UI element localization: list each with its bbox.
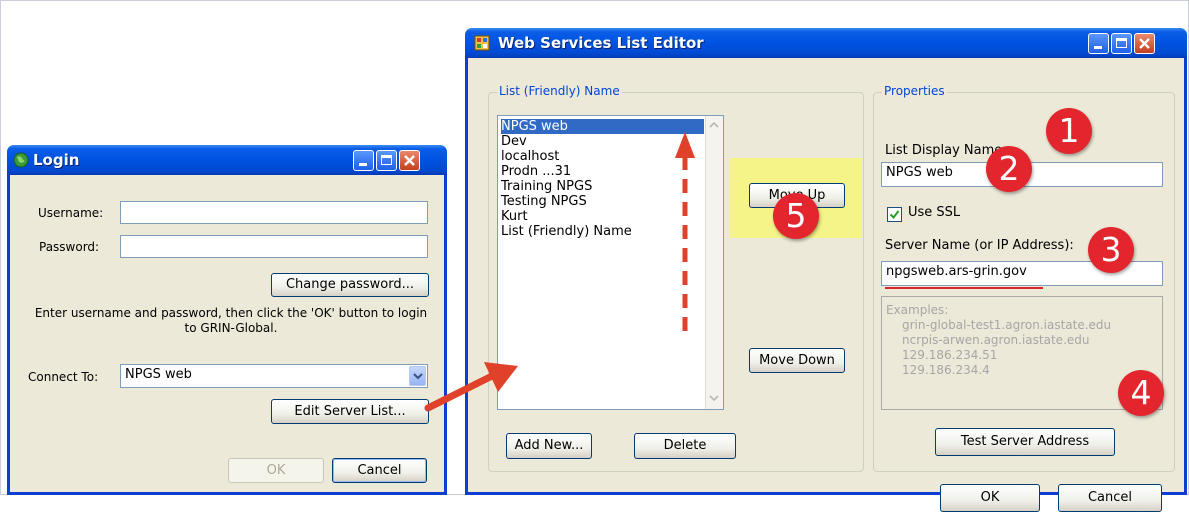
step-marker-3: 3: [1088, 227, 1134, 273]
examples-heading: Examples:: [886, 303, 949, 317]
login-titlebar: Login: [7, 145, 447, 175]
dashed-up-arrow: [675, 132, 695, 333]
app-window-icon: [474, 35, 490, 51]
example-item: 129.186.234.4: [902, 363, 990, 377]
login-instructions: Enter username and password, then click …: [34, 306, 428, 335]
server-name-underline: [885, 287, 1043, 289]
editor-title: Web Services List Editor: [498, 34, 704, 52]
login-title: Login: [33, 151, 80, 169]
editor-ok-button[interactable]: OK: [940, 484, 1040, 512]
login-ok-button[interactable]: OK: [228, 458, 324, 483]
step-marker-2: 2: [986, 146, 1032, 192]
listbox-scrollbar[interactable]: [705, 116, 723, 409]
close-icon: [404, 155, 415, 166]
password-label: Password:: [39, 240, 100, 254]
login-window: Login Username: Password: Change passwor…: [7, 145, 447, 495]
maximize-icon: [1116, 38, 1127, 48]
maximize-button[interactable]: [376, 150, 397, 171]
display-name-label: List Display Name:: [885, 143, 1007, 158]
list-item[interactable]: Testing NPGS: [501, 194, 587, 209]
list-item[interactable]: List (Friendly) Name: [501, 224, 632, 239]
connect-to-value: NPGS web: [125, 367, 192, 382]
username-label: Username:: [38, 206, 104, 220]
step-marker-1: 1: [1046, 108, 1092, 154]
list-group-title: List (Friendly) Name: [497, 84, 622, 98]
minimize-button[interactable]: [353, 150, 374, 171]
example-item: 129.186.234.51: [902, 348, 998, 362]
maximize-button[interactable]: [1111, 33, 1132, 54]
connect-to-select[interactable]: NPGS web: [120, 364, 428, 388]
test-server-address-button[interactable]: Test Server Address: [935, 428, 1115, 456]
step-marker-4: 4: [1118, 370, 1164, 416]
scroll-up-icon: [709, 121, 719, 128]
delete-button[interactable]: Delete: [634, 433, 736, 459]
example-item: grin-global-test1.agron.iastate.edu: [902, 318, 1112, 332]
minimize-icon: [1094, 46, 1102, 49]
scroll-down-icon: [709, 395, 719, 402]
username-field[interactable]: [120, 201, 428, 224]
list-item[interactable]: localhost: [501, 149, 559, 164]
list-item[interactable]: Prodn ...31: [501, 164, 571, 179]
maximize-icon: [381, 155, 392, 165]
list-item[interactable]: Kurt: [501, 209, 528, 224]
login-client-area: Username: Password: Change password... E…: [10, 175, 444, 492]
step-marker-5: 5: [773, 193, 819, 239]
editor-window: Web Services List Editor List (Friendly)…: [465, 28, 1187, 512]
globe-icon: [13, 152, 29, 168]
list-item[interactable]: Dev: [501, 134, 527, 149]
change-password-button[interactable]: Change password...: [271, 273, 429, 297]
close-button[interactable]: [1134, 33, 1155, 54]
close-icon: [1139, 38, 1150, 49]
move-down-button[interactable]: Move Down: [749, 348, 845, 373]
connector-arrow: [424, 362, 518, 412]
login-cancel-button[interactable]: Cancel: [332, 458, 427, 483]
connect-to-label: Connect To:: [28, 370, 99, 384]
editor-titlebar: Web Services List Editor: [465, 28, 1187, 58]
use-ssl-checkbox[interactable]: [887, 207, 902, 222]
list-item[interactable]: Training NPGS: [501, 179, 592, 194]
close-button[interactable]: [399, 150, 420, 171]
checkmark-icon: [889, 210, 900, 220]
use-ssl-label: Use SSL: [908, 205, 961, 220]
password-field[interactable]: [120, 235, 428, 258]
minimize-button[interactable]: [1088, 33, 1109, 54]
add-new-button[interactable]: Add New...: [506, 433, 592, 459]
minimize-icon: [359, 163, 367, 166]
edit-server-list-button[interactable]: Edit Server List...: [271, 399, 429, 424]
server-name-label: Server Name (or IP Address):: [885, 238, 1074, 253]
example-item: ncrpis-arwen.agron.iastate.edu: [902, 333, 1090, 347]
properties-group-title: Properties: [882, 84, 947, 98]
editor-cancel-button[interactable]: Cancel: [1058, 484, 1162, 512]
